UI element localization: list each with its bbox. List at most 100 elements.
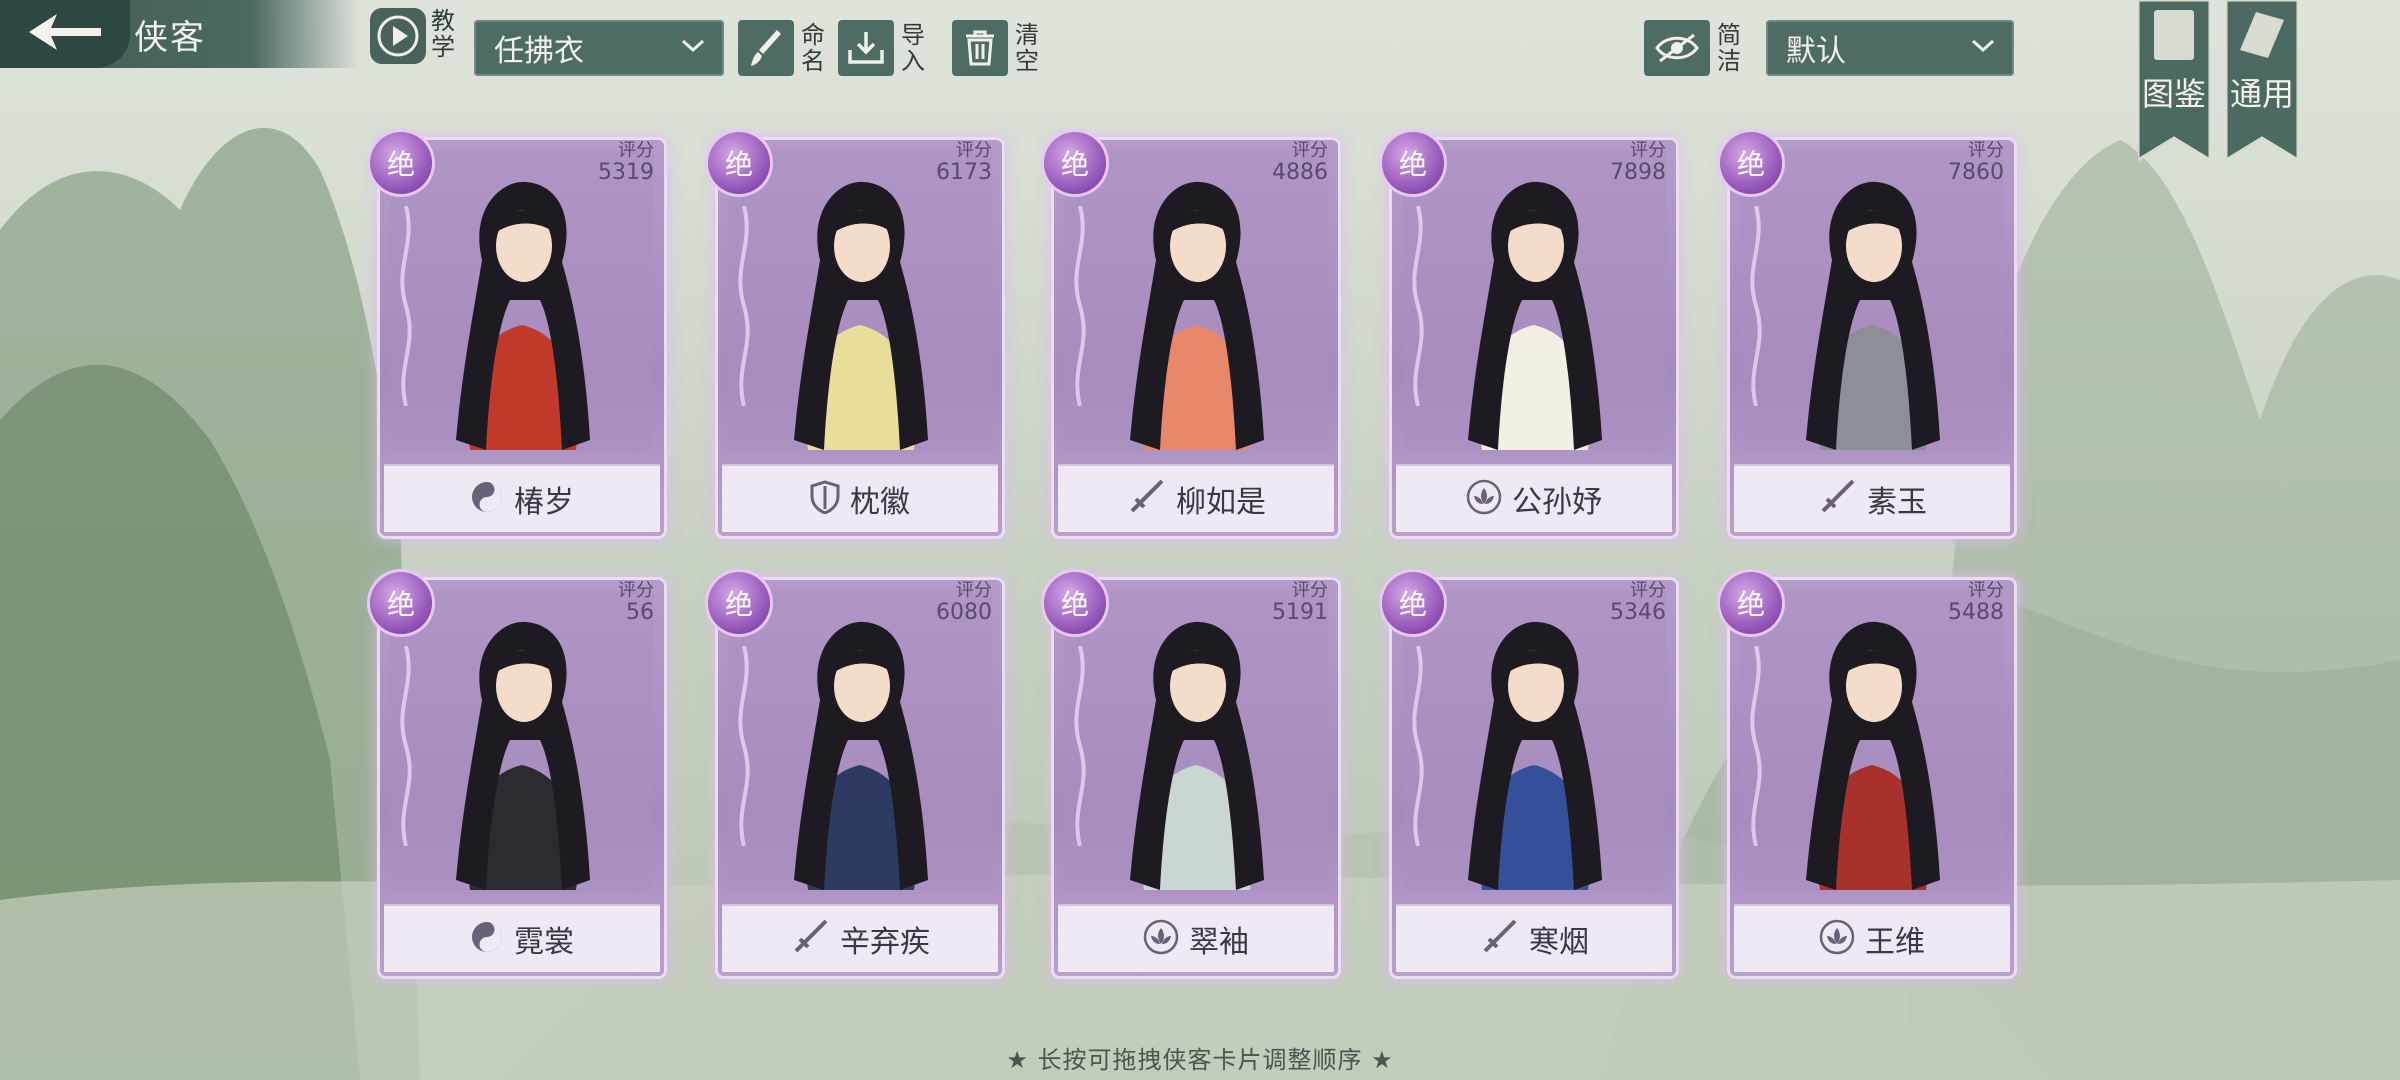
preset-dropdown[interactable]: 任拂衣 [474,20,724,76]
hero-name: 枕徽 [850,485,910,520]
hero-card[interactable]: 绝 评分 6173 枕徽 [708,132,1006,536]
ribbon-ornament [1398,205,1438,407]
score-block: 评分 6173 [936,140,992,184]
score-label: 评分 [1968,140,2004,161]
hero-card[interactable]: 绝 评分 5488 王维 [1720,572,2018,976]
book-icon [2154,10,2194,60]
download-icon [838,20,894,76]
tutorial-label: 教学 [431,7,455,61]
hero-name: 公孙妤 [1512,485,1602,520]
import-button[interactable]: 导入 [838,18,926,78]
hero-card[interactable]: 绝 评分 7898 公孙妤 [1382,132,1680,536]
ribbon-ornament [1398,645,1438,847]
score-label: 评分 [618,580,654,601]
rarity-badge-text: 绝 [386,588,415,621]
rarity-badge-text: 绝 [1736,588,1765,621]
hero-card[interactable]: 绝 评分 6080 辛弃疾 [708,572,1006,976]
score-block: 评分 5191 [1272,580,1328,624]
hero-name: 椿岁 [514,485,574,520]
rarity-badge-text: 绝 [1736,148,1765,181]
rarity-badge: 绝 [1720,572,1782,634]
brush-icon [738,20,794,76]
score-value: 56 [626,600,654,625]
hero-portrait [390,590,654,890]
score-value: 5191 [1272,600,1328,625]
drag-hint: ★ 长按可拖拽侠客卡片调整顺序 ★ [1006,1046,1394,1074]
preset-selected: 任拂衣 [494,34,584,69]
hero-name: 素玉 [1867,485,1927,520]
score-block: 评分 5346 [1610,580,1666,624]
hero-name: 翠袖 [1189,925,1249,960]
play-icon [370,8,426,64]
name-bar: 素玉 [1734,464,2010,532]
hero-card[interactable]: 绝 评分 4886 柳如是 [1044,132,1342,536]
ribbon-ornament [1736,205,1776,407]
rarity-badge-text: 绝 [724,588,753,621]
trash-icon [952,20,1008,76]
sword-icon [790,917,830,961]
score-block: 评分 7860 [1948,140,2004,184]
hero-name: 寒烟 [1529,925,1589,960]
rarity-badge-text: 绝 [724,148,753,181]
rarity-badge: 绝 [1382,132,1444,194]
hero-card[interactable]: 绝 评分 5346 寒烟 [1382,572,1680,976]
score-block: 评分 5319 [598,140,654,184]
hero-portrait [1402,590,1666,890]
hero-portrait [728,150,992,450]
lotus-icon [1143,919,1179,959]
score-label: 评分 [1630,580,1666,601]
score-value: 4886 [1272,160,1328,185]
score-value: 6080 [936,600,992,625]
score-block: 评分 5488 [1948,580,2004,624]
score-label: 评分 [956,580,992,601]
hero-name: 霓裳 [514,925,574,960]
simple-view-toggle[interactable]: 简洁 [1644,18,1742,78]
rename-button[interactable]: 命名 [738,18,826,78]
chevron-down-icon [680,38,706,58]
score-block: 评分 6080 [936,580,992,624]
score-value: 6173 [936,160,992,185]
ribbon-ornament [1060,645,1100,847]
hero-portrait [728,590,992,890]
score-label: 评分 [1292,140,1328,161]
rename-label: 命名 [801,21,825,75]
score-value: 7898 [1610,160,1666,185]
hero-card[interactable]: 绝 评分 7860 素玉 [1720,132,2018,536]
name-bar: 枕徽 [722,464,998,532]
name-bar: 辛弃疾 [722,904,998,972]
ribbon-ornament [1736,645,1776,847]
ribbon-ornament [1060,205,1100,407]
rarity-badge: 绝 [1044,132,1106,194]
rarity-badge-text: 绝 [1060,148,1089,181]
score-value: 5488 [1948,600,2004,625]
hero-portrait [1402,150,1666,450]
name-bar: 椿岁 [384,464,660,532]
name-bar: 柳如是 [1058,464,1334,532]
hero-card[interactable]: 绝 评分 5319 椿岁 [370,132,668,536]
score-block: 评分 7898 [1610,140,1666,184]
ribbon-ornament [724,205,764,407]
rarity-badge: 绝 [1044,572,1106,634]
page-title: 侠客 [134,18,206,58]
score-label: 评分 [1292,580,1328,601]
side-tab-codex[interactable]: 图鉴 [2136,0,2212,170]
rarity-badge-text: 绝 [386,148,415,181]
clear-button[interactable]: 清空 [952,18,1040,78]
tutorial-button[interactable]: 教学 [366,2,460,68]
lotus-icon [1819,919,1855,959]
sort-selected: 默认 [1786,34,1846,69]
ribbon-ornament [386,205,426,407]
name-bar: 霓裳 [384,904,660,972]
rarity-badge: 绝 [708,132,770,194]
hero-name: 王维 [1865,925,1925,960]
sort-dropdown[interactable]: 默认 [1766,20,2014,76]
hero-card[interactable]: 绝 评分 56 霓裳 [370,572,668,976]
rarity-badge: 绝 [708,572,770,634]
side-tab-general[interactable]: 通用 [2224,0,2300,170]
back-button[interactable] [0,0,130,68]
name-bar: 公孙妤 [1396,464,1672,532]
hero-card[interactable]: 绝 评分 5191 翠袖 [1044,572,1342,976]
hero-portrait [1064,590,1328,890]
score-label: 评分 [1968,580,2004,601]
rarity-badge: 绝 [1382,572,1444,634]
